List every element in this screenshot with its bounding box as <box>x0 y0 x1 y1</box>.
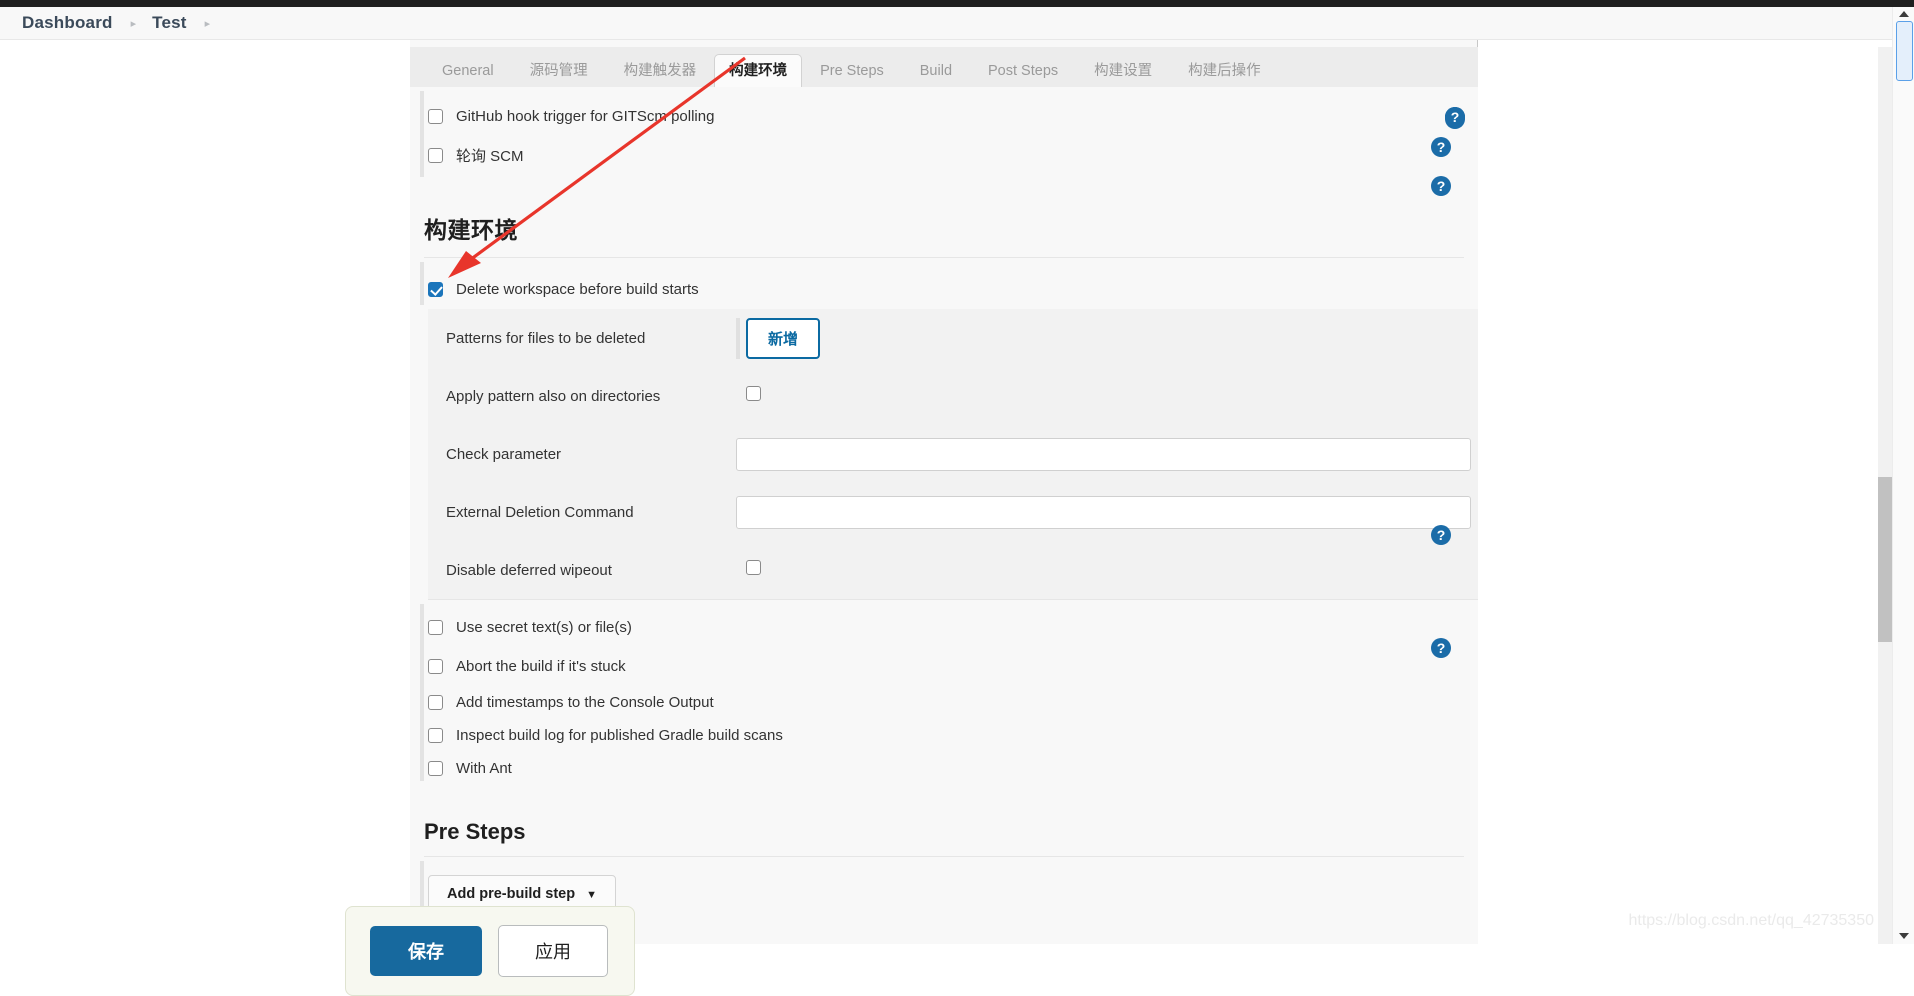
tab-source-management[interactable]: 源码管理 <box>512 56 606 88</box>
label-github-hook-trigger: GitHub hook trigger for GITScm polling <box>456 108 715 125</box>
browser-scrollbar[interactable] <box>1892 7 1914 944</box>
window-top-strip <box>0 0 1914 7</box>
page-scrollbar[interactable] <box>1878 47 1892 944</box>
breadcrumb-item-test[interactable]: Test <box>152 13 187 33</box>
apply-directories-control <box>736 386 1478 406</box>
tab-build-settings[interactable]: 构建设置 <box>1076 56 1170 88</box>
checkbox-with-ant[interactable] <box>428 761 443 776</box>
tab-pre-steps[interactable]: Pre Steps <box>802 56 902 88</box>
delete-workspace-options: Patterns for files to be deleted 新增 ? Ap… <box>428 107 1478 600</box>
checkbox-inspect-build-log[interactable] <box>428 728 443 743</box>
checkbox-abort-build-stuck[interactable] <box>428 659 443 674</box>
external-deletion-control <box>736 495 1478 529</box>
help-icon-poll-scm[interactable]: ? <box>1431 176 1451 196</box>
row-check-parameter: Check parameter ? <box>428 107 1478 483</box>
breadcrumb-separator-icon: ▸ <box>130 17 137 30</box>
trigger-options-group: GitHub hook trigger for GITScm polling 轮… <box>410 87 1478 181</box>
label-with-ant: With Ant <box>456 760 512 777</box>
row-disable-deferred-wipeout: Disable deferred wipeout ? <box>428 107 1478 599</box>
row-external-deletion-command: External Deletion Command ? <box>428 107 1478 541</box>
label-use-secret-text: Use secret text(s) or file(s) <box>456 619 632 636</box>
label-external-deletion-command: External Deletion Command <box>446 503 634 521</box>
help-icon-use-secret-text[interactable]: ? <box>1431 525 1451 545</box>
page-body: General 源码管理 构建触发器 构建环境 Pre Steps Build … <box>0 40 1914 996</box>
label-add-timestamps: Add timestamps to the Console Output <box>456 694 714 711</box>
tab-general[interactable]: General <box>424 56 512 88</box>
row-apply-pattern-directories: Apply pattern also on directories <box>428 367 1478 425</box>
help-icon-disable-deferred[interactable]: ? <box>1445 107 1465 127</box>
row-poll-scm[interactable]: 轮询 SCM <box>428 136 1478 175</box>
breadcrumb: Dashboard ▸ Test ▸ <box>0 7 1914 40</box>
row-github-hook-trigger[interactable]: GitHub hook trigger for GITScm polling <box>428 97 1478 136</box>
add-pre-build-step-label: Add pre-build step <box>447 886 576 902</box>
label-apply-pattern-directories: Apply pattern also on directories <box>446 387 661 405</box>
row-inspect-build-log[interactable]: Inspect build log for published Gradle b… <box>428 719 1478 752</box>
tab-post-steps[interactable]: Post Steps <box>970 56 1076 88</box>
chevron-down-icon: ▼ <box>586 889 598 901</box>
build-env-group: Delete workspace before build starts <box>410 258 1478 309</box>
label-inspect-build-log: Inspect build log for published Gradle b… <box>456 727 783 744</box>
job-config-panel: General 源码管理 构建触发器 构建环境 Pre Steps Build … <box>410 40 1478 944</box>
row-use-secret-text[interactable]: Use secret text(s) or file(s) <box>428 608 1478 647</box>
label-patterns-for-files: Patterns for files to be deleted <box>446 329 646 347</box>
browser-scrollbar-thumb[interactable] <box>1896 21 1913 81</box>
row-abort-build-stuck[interactable]: Abort the build if it's stuck <box>428 647 1478 686</box>
sticky-save-bar: 保存 应用 <box>345 906 635 996</box>
help-icon-with-ant[interactable]: ? <box>1431 638 1451 658</box>
watermark: https://blog.csdn.net/qq_42735350 <box>1628 912 1874 929</box>
check-parameter-input[interactable] <box>736 437 1471 471</box>
help-icon-github-hook[interactable]: ? <box>1431 137 1451 157</box>
row-patterns-for-files: Patterns for files to be deleted 新增 ? <box>428 109 1478 367</box>
label-delete-workspace: Delete workspace before build starts <box>456 281 699 298</box>
page-scrollbar-thumb[interactable] <box>1878 477 1892 642</box>
external-deletion-command-input[interactable] <box>736 495 1471 529</box>
label-check-parameter: Check parameter <box>446 445 562 463</box>
label-disable-deferred-wipeout: Disable deferred wipeout <box>446 561 612 579</box>
checkbox-add-timestamps[interactable] <box>428 695 443 710</box>
section-title-build-environment: 构建环境 <box>424 217 518 243</box>
apply-button[interactable]: 应用 <box>498 925 608 977</box>
add-pattern-button[interactable]: 新增 <box>746 317 821 359</box>
scroll-down-arrow-icon[interactable] <box>1899 933 1909 939</box>
label-abort-build-stuck: Abort the build if it's stuck <box>456 658 626 675</box>
config-tab-bar: General 源码管理 构建触发器 构建环境 Pre Steps Build … <box>410 47 1478 88</box>
section-title-pre-steps: Pre Steps <box>424 819 526 844</box>
checkbox-apply-pattern-directories[interactable] <box>746 386 761 401</box>
checkbox-poll-scm[interactable] <box>428 148 443 163</box>
build-env-extra-options: Use secret text(s) or file(s) Abort the … <box>410 600 1478 785</box>
tab-build[interactable]: Build <box>902 56 970 88</box>
tab-post-build-actions[interactable]: 构建后操作 <box>1170 56 1279 88</box>
scroll-up-arrow-icon[interactable] <box>1899 11 1909 17</box>
pre-steps-group: Add pre-build step ▼ <box>410 857 1478 913</box>
row-delete-workspace[interactable]: Delete workspace before build starts <box>428 270 1478 309</box>
config-content: GitHub hook trigger for GITScm polling 轮… <box>410 87 1478 944</box>
check-parameter-control <box>736 437 1478 471</box>
patterns-control: 新增 <box>736 317 1478 359</box>
tab-build-triggers[interactable]: 构建触发器 <box>606 56 715 88</box>
breadcrumb-item-dashboard[interactable]: Dashboard <box>22 13 113 33</box>
checkbox-delete-workspace[interactable] <box>428 282 443 297</box>
label-poll-scm: 轮询 SCM <box>456 148 524 165</box>
tab-build-environment[interactable]: 构建环境 <box>714 53 803 88</box>
save-button[interactable]: 保存 <box>370 926 482 976</box>
disable-deferred-control <box>736 560 1478 580</box>
checkbox-github-hook-trigger[interactable] <box>428 109 443 124</box>
checkbox-use-secret-text[interactable] <box>428 620 443 635</box>
row-add-timestamps[interactable]: Add timestamps to the Console Output <box>428 686 1478 719</box>
checkbox-disable-deferred-wipeout[interactable] <box>746 560 761 575</box>
row-with-ant[interactable]: With Ant <box>428 752 1478 785</box>
breadcrumb-separator-icon-2: ▸ <box>204 17 211 30</box>
